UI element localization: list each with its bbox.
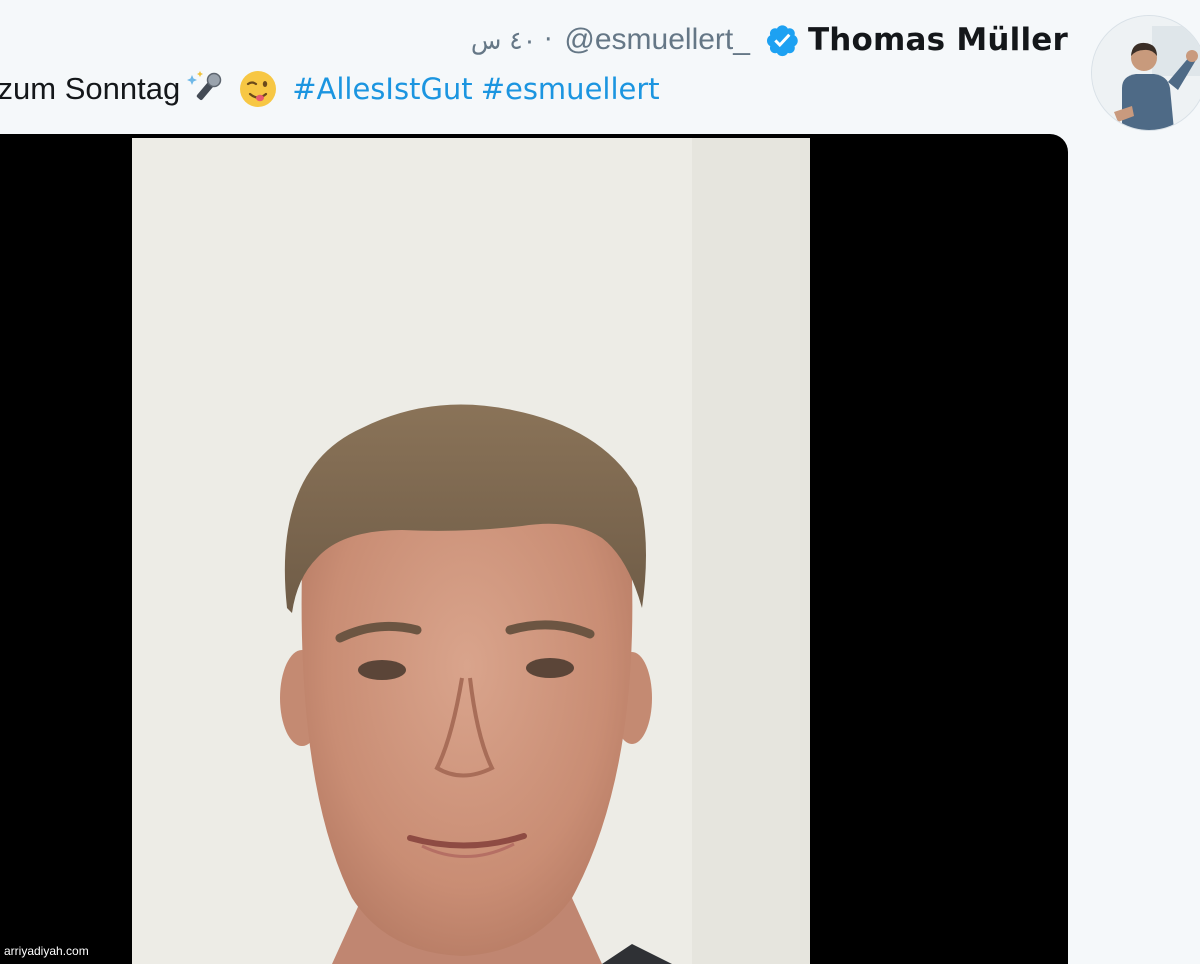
winking-tongue-face-emoji — [240, 71, 277, 107]
separator-dot: · — [544, 25, 553, 55]
hashtag-allesistgut[interactable]: #AllesIstGut — [292, 72, 472, 106]
microphone-sparkles-emoji — [187, 71, 222, 100]
author-display-name[interactable]: Thomas Müller — [808, 22, 1068, 58]
tweet-timestamp[interactable]: ٤٠ س — [471, 26, 536, 55]
tweet-body-text: rt zum Sonntag — [0, 71, 181, 106]
profile-photo — [1092, 16, 1200, 130]
video-still — [132, 138, 810, 964]
selfie-video[interactable] — [132, 138, 810, 964]
tweet-header: ٤٠ س · @esmuellert_ Thomas Müller rt zum… — [0, 0, 1200, 134]
hashtag-esmuellert[interactable]: #esmuellert — [481, 72, 660, 106]
tweet-media[interactable]: arriyadiyah.com — [0, 134, 1068, 964]
tweet-text: rt zum Sonntag #AllesIstGut #esmuellert — [0, 64, 660, 114]
avatar[interactable] — [1092, 16, 1200, 130]
tweet-author-line: ٤٠ س · @esmuellert_ Thomas Müller — [471, 18, 1068, 62]
watermark: arriyadiyah.com — [4, 944, 89, 958]
author-handle[interactable]: @esmuellert_ — [564, 23, 750, 57]
verified-badge-icon — [766, 25, 798, 57]
